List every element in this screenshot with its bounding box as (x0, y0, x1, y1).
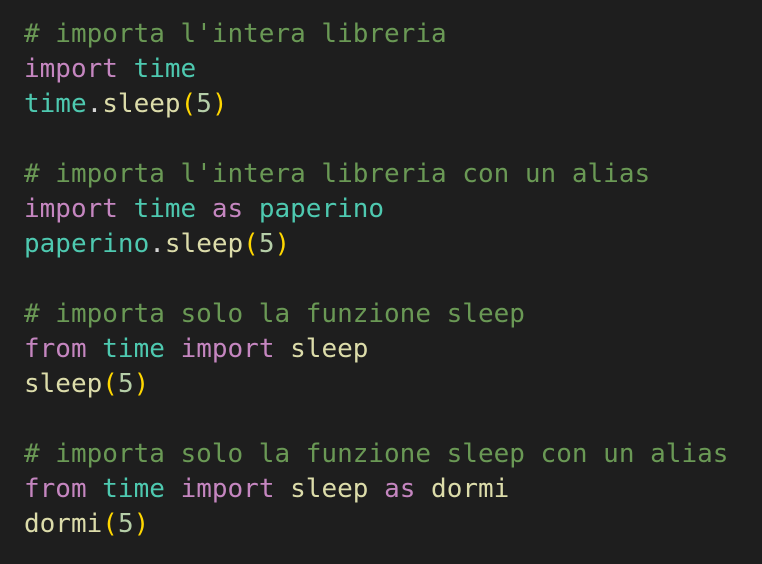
code-keyword: import (180, 474, 275, 504)
code-comment: # importa solo la funzione sleep con un … (24, 439, 729, 469)
code-paren: ) (133, 509, 150, 539)
code-punctuation (368, 474, 384, 504)
code-comment: # importa solo la funzione sleep (24, 299, 525, 329)
code-line: paperino.sleep(5) (24, 227, 762, 262)
code-paren: ( (180, 89, 197, 119)
code-punctuation (274, 334, 290, 364)
code-punctuation (165, 474, 181, 504)
code-paren: ) (133, 369, 150, 399)
code-keyword: import (24, 54, 118, 84)
code-punctuation (196, 194, 212, 224)
code-module-name: paperino (24, 229, 150, 259)
code-punctuation (243, 194, 259, 224)
code-line: from time import sleep as dormi (24, 472, 762, 507)
code-keyword: as (211, 194, 244, 224)
code-number: 5 (117, 509, 134, 539)
code-punctuation: . (149, 229, 165, 259)
code-comment: # importa l'intera libreria (24, 19, 447, 49)
code-punctuation (415, 474, 431, 504)
code-punctuation (165, 334, 181, 364)
code-module-name: time (102, 474, 165, 504)
code-punctuation (118, 194, 134, 224)
code-line: # importa solo la funzione sleep (24, 297, 762, 332)
code-punctuation (87, 334, 103, 364)
code-paren: ( (102, 369, 118, 399)
code-comment: # importa l'intera libreria con un alias (24, 159, 651, 189)
code-line: from time import sleep (24, 332, 762, 367)
code-punctuation: . (86, 89, 103, 119)
code-keyword: from (24, 474, 87, 504)
code-module-name: paperino (258, 194, 385, 224)
code-module-name: time (133, 54, 197, 84)
code-function-name: sleep (24, 369, 103, 399)
code-keyword: from (24, 334, 87, 364)
code-paren: ) (274, 229, 291, 259)
code-line: sleep(5) (24, 367, 762, 402)
code-line: # importa l'intera libreria con un alias (24, 157, 762, 192)
code-paren: ( (243, 229, 259, 259)
code-line: # importa l'intera libreria (24, 17, 762, 52)
code-function-name: sleep (164, 229, 244, 259)
code-keyword: as (384, 474, 416, 504)
code-function-name: dormi (431, 474, 510, 504)
code-number: 5 (117, 369, 134, 399)
code-paren: ( (102, 509, 118, 539)
code-line: import time (24, 52, 762, 87)
code-line: dormi(5) (24, 507, 762, 542)
code-keyword: import (24, 194, 118, 224)
code-function-name: sleep (102, 89, 181, 119)
code-module-name: time (133, 194, 197, 224)
code-number: 5 (258, 229, 275, 259)
code-line: time.sleep(5) (24, 87, 762, 122)
code-function-name: sleep (290, 334, 369, 364)
code-module-name: time (102, 334, 165, 364)
code-keyword: import (180, 334, 275, 364)
code-function-name: sleep (290, 474, 369, 504)
code-function-name: dormi (24, 509, 103, 539)
code-editor[interactable]: # importa l'intera libreria import time ti… (0, 0, 762, 564)
code-line: import time as paperino (24, 192, 762, 227)
code-line: # importa solo la funzione sleep con un … (24, 437, 762, 472)
code-module-name: time (24, 89, 87, 119)
code-paren: ) (211, 89, 228, 119)
code-punctuation (274, 474, 290, 504)
code-punctuation (87, 474, 103, 504)
code-punctuation (118, 54, 134, 84)
code-number: 5 (196, 89, 212, 119)
